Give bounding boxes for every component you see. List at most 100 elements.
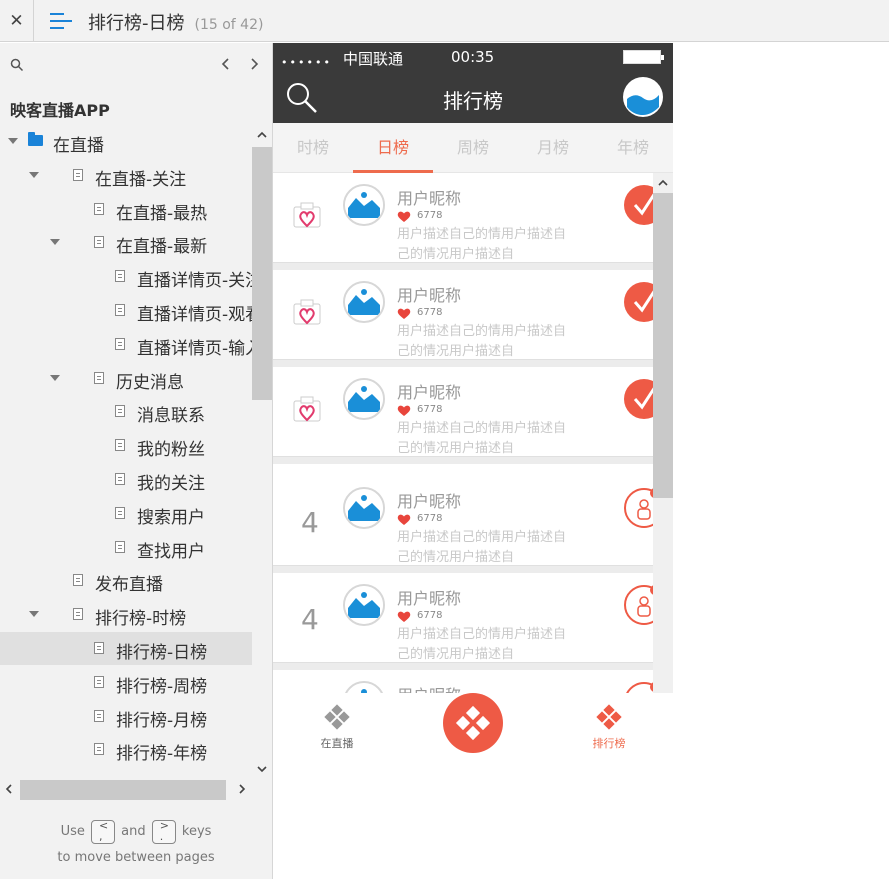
tree-item[interactable]: 直播详情页-输入 bbox=[0, 328, 252, 361]
tree-item-label: 排行榜-年榜 bbox=[116, 744, 208, 765]
prev-page-button[interactable] bbox=[217, 54, 235, 74]
expand-arrow-icon[interactable] bbox=[50, 374, 60, 381]
list-item[interactable]: 4 用户昵称 6778 用户描述自己的情用户描述自己的情况用户描述自 bbox=[273, 476, 653, 573]
follow-button[interactable] bbox=[623, 584, 653, 626]
tree-item[interactable]: 排行榜-年榜 bbox=[0, 733, 252, 766]
signal-icon: •••••• bbox=[281, 56, 332, 69]
avatar[interactable] bbox=[343, 681, 385, 693]
scroll-down-icon[interactable] bbox=[256, 763, 268, 775]
scrollbar-thumb[interactable] bbox=[20, 780, 226, 800]
tree-item[interactable]: 在直播 bbox=[0, 125, 252, 158]
tree-item[interactable]: 排行榜-周榜 bbox=[0, 666, 252, 699]
list-item[interactable]: 用户昵称6778用户描述自己的情用户描述自己的情况用户描述自 bbox=[273, 173, 653, 270]
check-icon bbox=[624, 379, 653, 419]
sidebar-horizontal-scrollbar[interactable] bbox=[0, 779, 252, 800]
user-name: 用户昵称 bbox=[397, 682, 461, 693]
list-vertical-scrollbar[interactable] bbox=[653, 173, 673, 693]
page-icon bbox=[94, 743, 104, 756]
nav-bar: 排行榜 bbox=[273, 71, 673, 123]
rank-number: 4 bbox=[301, 603, 319, 636]
list-item[interactable]: 4 用户昵称 6778 用户描述自己的情用户描述自己的情况用户描述自 bbox=[273, 573, 653, 670]
heart-icon bbox=[397, 211, 411, 222]
tree-item[interactable]: 发布直播 bbox=[0, 564, 252, 597]
tree-item[interactable]: 我的关注 bbox=[0, 463, 252, 496]
tab-1[interactable]: 日榜 bbox=[353, 123, 433, 173]
bottom-nav-label: 在直播 bbox=[320, 737, 354, 750]
avatar[interactable] bbox=[343, 487, 385, 529]
tree-item[interactable]: 在直播-关注 bbox=[0, 159, 252, 192]
follow-button[interactable] bbox=[623, 681, 653, 693]
tree-item[interactable]: 消息联系 bbox=[0, 395, 252, 428]
tab-2[interactable]: 周榜 bbox=[433, 123, 513, 173]
prev-key-icon: <, bbox=[91, 819, 115, 844]
tree-item[interactable]: 直播详情页-观看 bbox=[0, 294, 252, 327]
tree-item[interactable]: 查找用户 bbox=[0, 531, 252, 564]
row-separator bbox=[273, 456, 653, 464]
user-description: 用户描述自己的情用户描述自己的情况用户描述自 bbox=[397, 324, 567, 359]
tree-item[interactable]: 排行榜-月榜 bbox=[0, 700, 252, 733]
followed-button[interactable] bbox=[623, 184, 653, 226]
scrollbar-thumb[interactable] bbox=[252, 147, 272, 400]
scroll-left-icon[interactable] bbox=[3, 783, 15, 795]
help-use: Use bbox=[60, 824, 85, 839]
scroll-up-icon[interactable] bbox=[657, 177, 669, 189]
sidebar-vertical-scrollbar[interactable] bbox=[252, 125, 272, 775]
tree-item[interactable]: 在直播-最热 bbox=[0, 193, 252, 226]
page-icon bbox=[115, 506, 125, 519]
carrier-name: 中国联通 bbox=[343, 50, 404, 68]
page-icon bbox=[73, 574, 83, 587]
tree-item[interactable]: 历史消息 bbox=[0, 362, 252, 395]
user-name: 用户昵称 bbox=[397, 492, 462, 511]
tab-4[interactable]: 年榜 bbox=[593, 123, 673, 173]
page-icon bbox=[115, 473, 125, 485]
tree-item[interactable]: 我的粉丝 bbox=[0, 429, 252, 462]
user-name: 用户昵称 bbox=[397, 286, 462, 305]
profile-avatar[interactable] bbox=[623, 77, 663, 117]
followed-button[interactable] bbox=[623, 378, 653, 420]
tree-item[interactable]: 在直播-最新 bbox=[0, 226, 252, 259]
tab-3[interactable]: 月榜 bbox=[513, 123, 593, 173]
scrollbar-thumb[interactable] bbox=[653, 193, 673, 498]
rank-number: 4 bbox=[301, 506, 319, 539]
page-icon bbox=[115, 405, 125, 418]
scroll-up-icon[interactable] bbox=[256, 129, 268, 141]
avatar[interactable] bbox=[343, 281, 385, 323]
menu-icon[interactable] bbox=[50, 11, 72, 31]
folder-icon bbox=[28, 132, 43, 146]
avatar[interactable] bbox=[343, 584, 385, 626]
tab-0[interactable]: 时榜 bbox=[273, 123, 353, 173]
user-name: 用户昵称 bbox=[397, 383, 462, 402]
next-page-button[interactable] bbox=[245, 54, 263, 74]
status-bar: •••••• 中国联通 00:35 bbox=[273, 43, 673, 71]
avatar[interactable] bbox=[343, 184, 385, 226]
tree-item[interactable]: 搜索用户 bbox=[0, 497, 252, 530]
tree-item-label: 排行榜-周榜 bbox=[116, 676, 208, 697]
search-icon[interactable] bbox=[10, 58, 24, 72]
page-icon bbox=[115, 304, 125, 316]
center-action-button[interactable] bbox=[443, 693, 503, 753]
tree-item[interactable]: 排行榜-时榜 bbox=[0, 598, 252, 631]
followed-button[interactable] bbox=[623, 281, 653, 323]
follow-button[interactable] bbox=[623, 487, 653, 529]
list-item[interactable]: 用户昵称6778用户描述自己的情用户描述自己的情况用户描述自 bbox=[273, 367, 653, 464]
tree-item-label: 历史消息 bbox=[116, 372, 184, 393]
bottom-nav-live[interactable]: 在直播 bbox=[297, 703, 377, 751]
list-item[interactable]: 用户昵称6778用户描述自己的情用户描述自己的情况用户描述自 bbox=[273, 670, 653, 693]
avatar[interactable] bbox=[343, 378, 385, 420]
scroll-right-icon[interactable] bbox=[236, 783, 248, 795]
page-title-text: 排行榜-日榜 bbox=[88, 13, 185, 34]
tree-item-label: 搜索用户 bbox=[137, 507, 205, 528]
tree-item[interactable]: 个人中心 bbox=[0, 767, 252, 775]
tree-item-label: 我的关注 bbox=[137, 474, 205, 494]
tree-item[interactable]: 直播详情页-关注 bbox=[0, 260, 252, 293]
list-item[interactable]: 用户昵称6778用户描述自己的情用户描述自己的情况用户描述自 bbox=[273, 270, 653, 367]
expand-arrow-icon[interactable] bbox=[8, 138, 18, 144]
tree-item[interactable]: 排行榜-日榜 bbox=[0, 632, 252, 665]
expand-arrow-icon[interactable] bbox=[29, 171, 39, 178]
bottom-nav-ranking[interactable]: 排行榜 bbox=[569, 703, 649, 751]
close-button[interactable]: ✕ bbox=[0, 0, 34, 42]
tree-item-label: 消息联系 bbox=[137, 406, 205, 427]
heart-count: 6778 bbox=[417, 210, 443, 221]
expand-arrow-icon[interactable] bbox=[50, 239, 60, 246]
expand-arrow-icon[interactable] bbox=[29, 611, 39, 618]
